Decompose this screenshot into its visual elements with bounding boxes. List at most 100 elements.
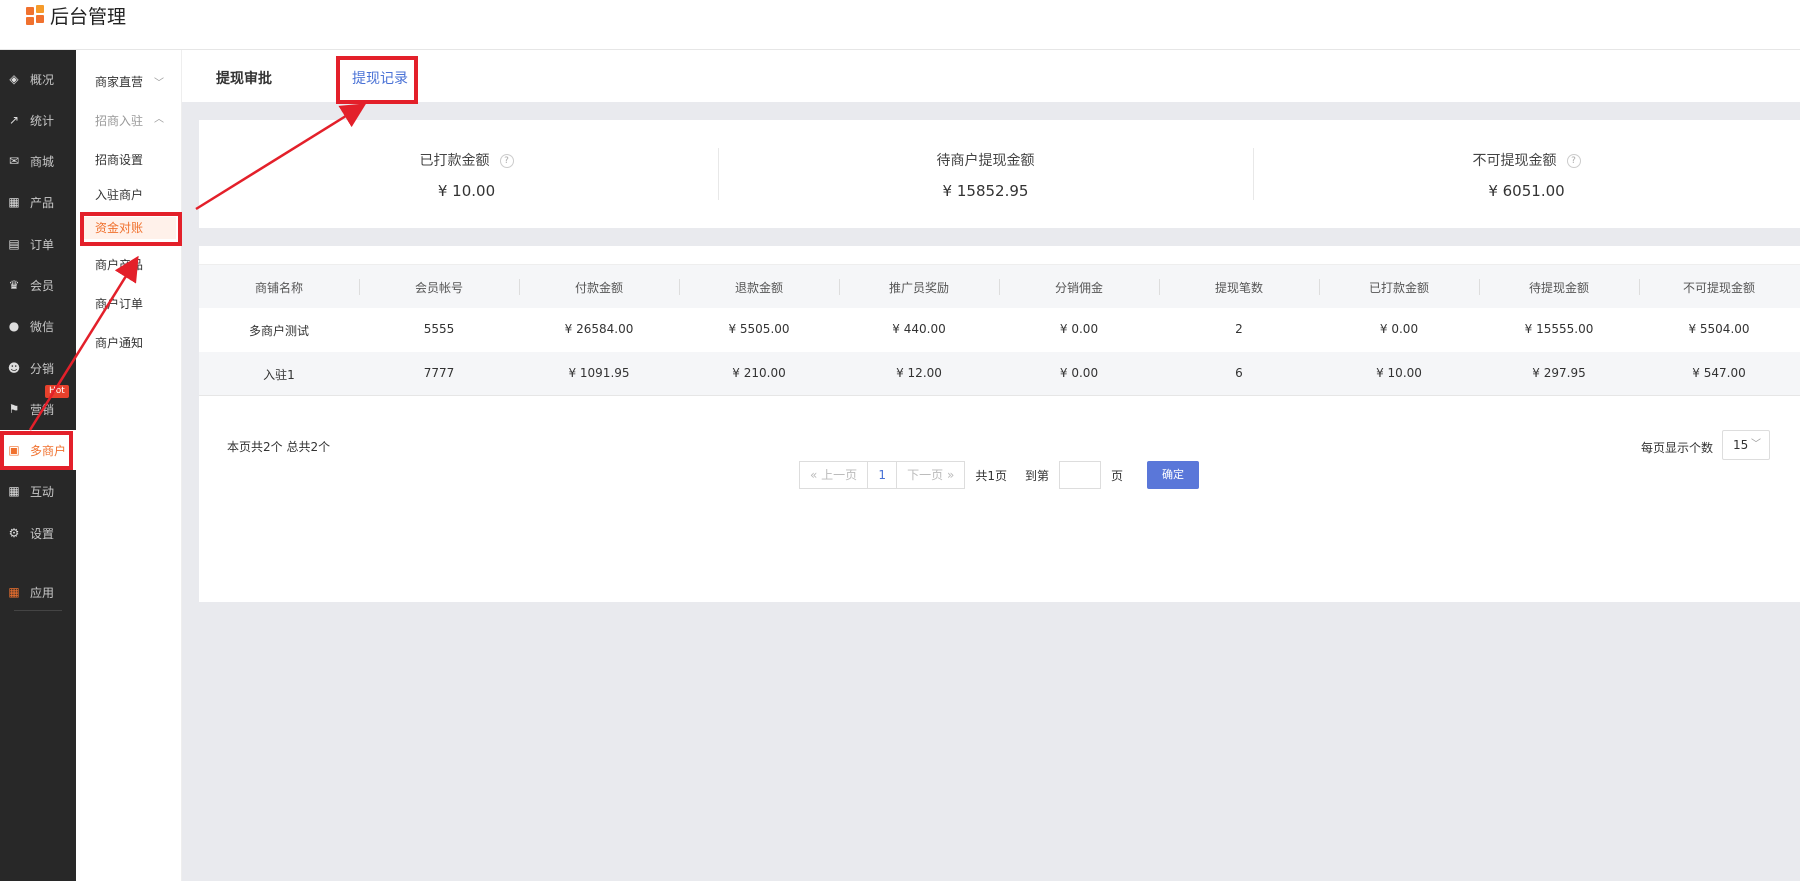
table-bottom-border [199, 395, 1800, 396]
app-grid-icon: ▦ [8, 585, 20, 599]
summary-label: 不可提现金额 [1472, 153, 1557, 169]
page-info: 本页共2个 总共2个 [227, 440, 331, 454]
app-logo[interactable]: 后台管理 [26, 2, 126, 28]
table-header: 商铺名称 会员帐号 付款金额 退款金额 推广员奖励 分销佣金 提现笔数 已打款金… [199, 264, 1800, 308]
summary-label: 待商户提现金额 [936, 153, 1035, 169]
subnav-item-merchant-orders[interactable]: 商户订单 [95, 295, 143, 312]
nav-wechat[interactable]: ● 微信 [0, 306, 76, 346]
chevron-down-icon[interactable]: ﹀ [154, 74, 164, 89]
summary-paid: 已打款金额? ¥ 10.00 [199, 120, 734, 228]
nav-label: 微信 [30, 319, 55, 334]
cell-withdraw-count: 6 [1235, 366, 1243, 380]
nav-statistics[interactable]: ↗ 统计 [0, 100, 76, 140]
nav-label: 分销 [30, 361, 55, 376]
next-page-button[interactable]: 下一页 » [896, 461, 966, 489]
chat-icon: ● [8, 319, 20, 333]
nav-overview[interactable]: ◈ 概况 [0, 59, 76, 99]
reconciliation-table-card: 商铺名称 会员帐号 付款金额 退款金额 推广员奖励 分销佣金 提现笔数 已打款金… [199, 246, 1800, 602]
top-bar: 后台管理 [0, 0, 1800, 50]
app-title: 后台管理 [50, 5, 127, 28]
nav-orders[interactable]: ▤ 订单 [0, 224, 76, 264]
nav-label: 互动 [30, 484, 55, 499]
tab-withdraw-approval[interactable]: 提现审批 [216, 68, 272, 88]
cell-promoter-reward: ¥ 12.00 [896, 366, 942, 380]
th-member-account: 会员帐号 [414, 281, 463, 295]
cell-paid-amount: ¥ 10.00 [1376, 366, 1422, 380]
cell-commission: ¥ 0.00 [1059, 366, 1099, 380]
subnav-group-direct[interactable]: 商家直营 [95, 73, 143, 90]
pagination: « 上一页 1 下一页 » 共1页 到第 页 确定 [799, 461, 1200, 489]
nav-label: 订单 [30, 237, 55, 252]
th-paid-amount: 已打款金额 [1368, 281, 1429, 295]
tab-bar: 提现审批 提现记录 [182, 50, 1800, 102]
summary-card: 已打款金额? ¥ 10.00 待商户提现金额 ¥ 15852.95 不可提现金额… [199, 120, 1800, 228]
nav-label: 产品 [30, 195, 55, 210]
cell-withdraw-count: 2 [1235, 322, 1243, 336]
summary-value: ¥ 10.00 [437, 182, 496, 200]
summary-label: 已打款金额 [419, 153, 490, 169]
total-pages: 共1页 [975, 468, 1007, 483]
cell-promoter-reward: ¥ 440.00 [892, 322, 946, 336]
subnav-item-merchant-products[interactable]: 商户产品 [95, 256, 143, 273]
cell-unavailable-amount: ¥ 5504.00 [1688, 322, 1750, 336]
nav-apps[interactable]: ▦ 应用 [0, 572, 76, 612]
cell-payment: ¥ 26584.00 [564, 322, 634, 336]
th-shop-name: 商铺名称 [254, 281, 303, 295]
summary-unavailable: 不可提现金额? ¥ 6051.00 [1253, 120, 1800, 228]
page-unit-label: 页 [1111, 468, 1124, 483]
flag-icon: ⚑ [8, 402, 20, 416]
help-icon[interactable]: ? [499, 154, 514, 168]
nav-label: 商城 [30, 154, 55, 169]
nav-label: 营销 [30, 402, 55, 417]
gear-icon: ⚙ [8, 526, 20, 540]
subnav-item-merchants[interactable]: 入驻商户 [95, 186, 143, 203]
nav-distribution[interactable]: ☻ 分销 [0, 348, 76, 388]
mail-icon: ✉ [8, 154, 20, 168]
table-row: 多商户测试 5555 ¥ 26584.00 ¥ 5505.00 ¥ 440.00… [199, 308, 1800, 352]
nav-members[interactable]: ♛ 会员 [0, 265, 76, 305]
per-page-label: 每页显示个数 [1641, 441, 1714, 455]
th-commission: 分销佣金 [1054, 281, 1103, 295]
annotation-box-multi-merchant [0, 431, 73, 470]
summary-value: ¥ 15852.95 [942, 182, 1029, 200]
nav-products[interactable]: ▦ 产品 [0, 182, 76, 222]
page-number-button[interactable]: 1 [868, 461, 897, 489]
nav-interaction[interactable]: ▦ 互动 [0, 471, 76, 511]
help-icon[interactable]: ? [1566, 154, 1581, 168]
layers-icon: ◈ [9, 72, 19, 86]
cell-unavailable-amount: ¥ 547.00 [1692, 366, 1746, 380]
chart-icon: ↗ [8, 113, 20, 127]
th-promoter-reward: 推广员奖励 [888, 281, 949, 295]
cell-pending-amount: ¥ 15555.00 [1524, 322, 1594, 336]
user-icon: ☻ [7, 361, 21, 375]
crown-icon: ♛ [8, 278, 20, 292]
summary-pending: 待商户提现金额 ¥ 15852.95 [718, 120, 1253, 228]
table-row: 入驻1 7777 ¥ 1091.95 ¥ 210.00 ¥ 12.00 ¥ 0.… [199, 352, 1800, 396]
subnav-item-recruit-settings[interactable]: 招商设置 [95, 151, 143, 168]
subnav-group-recruit[interactable]: 招商入驻 [95, 112, 143, 129]
cell-pending-amount: ¥ 297.95 [1532, 366, 1586, 380]
prev-page-button[interactable]: « 上一页 [799, 461, 869, 489]
cell-refund: ¥ 210.00 [732, 366, 786, 380]
chevron-down-icon: ﹀ [1751, 439, 1761, 450]
logo-icon [26, 5, 46, 25]
th-pending-amount: 待提现金额 [1528, 281, 1589, 295]
nav-label: 会员 [30, 278, 55, 293]
per-page-value: 15 [1733, 438, 1749, 452]
nav-mall[interactable]: ✉ 商城 [0, 141, 76, 181]
per-page-select[interactable]: 15 ﹀ [1722, 430, 1770, 460]
apps-icon: ▦ [8, 484, 20, 498]
subnav-item-merchant-notices[interactable]: 商户通知 [95, 334, 143, 351]
nav-settings[interactable]: ⚙ 设置 [0, 513, 76, 553]
clipboard-icon: ▤ [8, 237, 20, 251]
annotation-box-records-tab [336, 56, 418, 104]
th-payment: 付款金额 [574, 281, 623, 295]
confirm-button[interactable]: 确定 [1147, 461, 1200, 489]
annotation-box-reconciliation [80, 212, 182, 246]
nav-label: 设置 [30, 526, 55, 541]
grid-icon: ▦ [8, 195, 20, 209]
summary-value: ¥ 6051.00 [1488, 182, 1565, 200]
cell-member-account: 5555 [423, 322, 455, 336]
chevron-up-icon[interactable]: ︿ [154, 110, 164, 125]
goto-page-input[interactable] [1059, 461, 1101, 489]
